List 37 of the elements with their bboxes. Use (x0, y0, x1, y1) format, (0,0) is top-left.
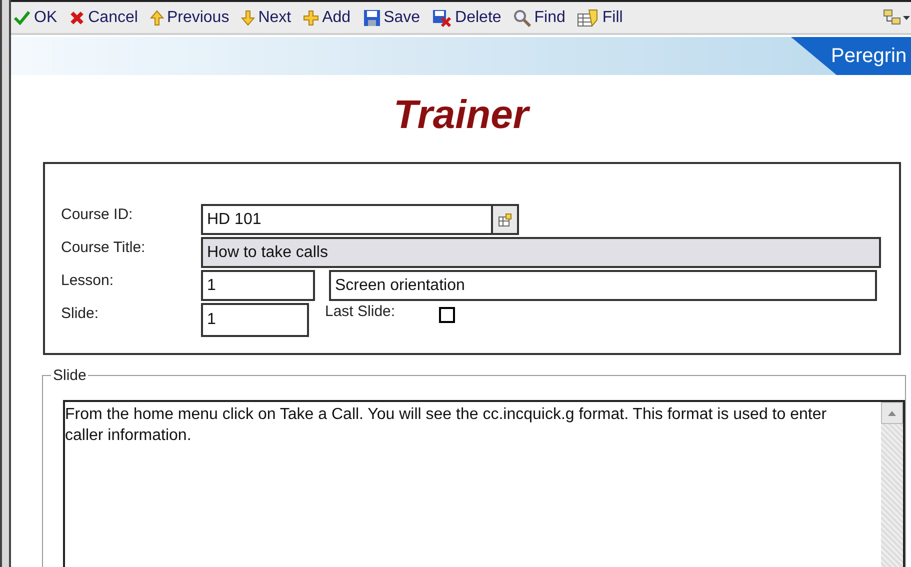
field-label: Course ID: (61, 205, 134, 225)
slide-text: From the home menu click on Take a Call. You will see the cc.incquick.g format. This format is used to enter caller information. (65, 405, 828, 446)
plus-icon (303, 10, 320, 26)
up-arrow-icon (150, 10, 164, 26)
field-label: Last Slide: (325, 303, 396, 320)
last-slide-checkbox[interactable] (439, 307, 456, 323)
field-label: Course Title: (61, 238, 146, 258)
page-title: Trainer (392, 93, 532, 139)
lookup-button[interactable] (491, 206, 517, 233)
previous-button[interactable]: Previous (150, 8, 230, 26)
slide-text-area[interactable]: From the home menu click on Take a Call. You will see the cc.incquick.g format. This format is used to enter caller information. (63, 400, 905, 567)
down-arrow-icon (241, 10, 256, 26)
check-icon (13, 10, 31, 26)
up-triangle-icon (888, 410, 896, 416)
ok-button[interactable]: OK (13, 8, 58, 26)
cross-icon (69, 10, 86, 26)
field-label: Slide: (61, 304, 100, 324)
fill-button[interactable]: Fill (577, 8, 623, 26)
delete-button[interactable]: Delete (432, 8, 502, 26)
search-icon (513, 8, 532, 26)
scroll-up-button[interactable] (881, 402, 903, 424)
lesson-name-field[interactable]: Screen orientation (329, 270, 877, 301)
delete-icon (432, 8, 452, 26)
lesson-number-field[interactable]: 1 (201, 270, 315, 301)
cancel-button[interactable]: Cancel (69, 8, 138, 26)
next-button[interactable]: Next (241, 8, 292, 26)
tree-view-icon[interactable] (883, 8, 911, 26)
slide-number-field[interactable]: 1 (201, 303, 309, 337)
table-icon (498, 212, 512, 226)
brand-name: Peregrin (791, 37, 911, 75)
add-button[interactable]: Add (303, 8, 351, 26)
field-label: Lesson: (61, 271, 115, 291)
save-button[interactable]: Save (362, 8, 420, 26)
find-button[interactable]: Find (513, 8, 566, 26)
table-icon (577, 8, 600, 26)
course-id-field[interactable]: HD 101 (201, 204, 519, 235)
course-title-field[interactable]: How to take calls (201, 237, 881, 268)
